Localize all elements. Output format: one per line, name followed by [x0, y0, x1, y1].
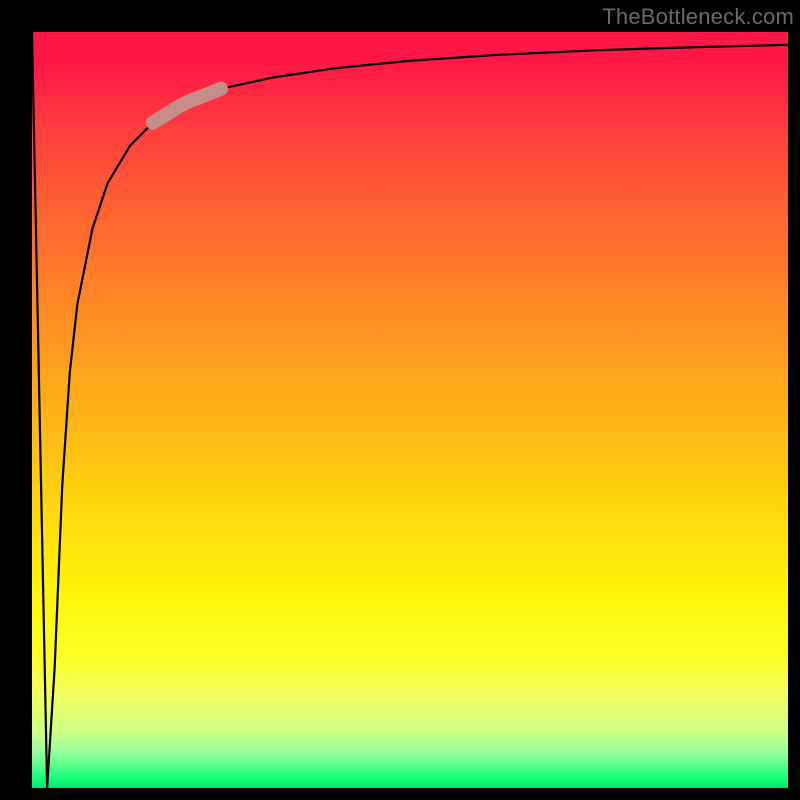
- highlight-segment-path: [153, 89, 221, 123]
- plot-area: [32, 32, 788, 788]
- bottleneck-curve-path: [32, 32, 788, 788]
- curve-svg: [32, 32, 788, 788]
- chart-frame: TheBottleneck.com: [0, 0, 800, 800]
- watermark-text: TheBottleneck.com: [602, 4, 794, 30]
